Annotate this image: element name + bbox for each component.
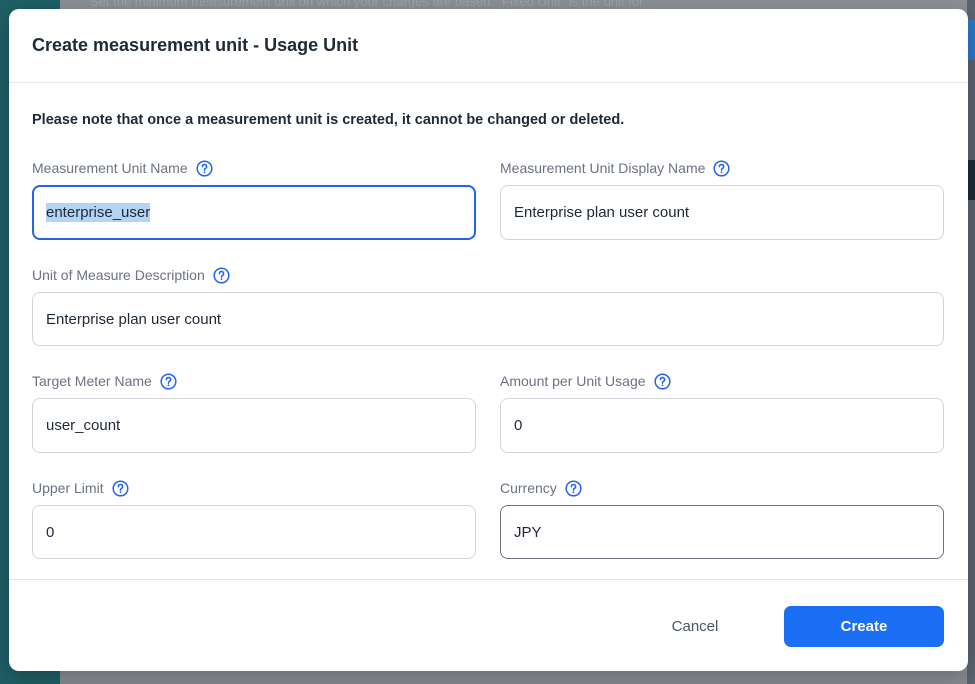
field-upper-limit: Upper Limit 0: [32, 478, 476, 559]
question-circle-icon[interactable]: [196, 159, 213, 177]
amount-per-unit-value: 0: [514, 417, 523, 434]
field-currency: Currency JPY: [500, 478, 944, 559]
description-label: Unit of Measure Description: [32, 267, 205, 283]
backdrop-right-button: [967, 20, 975, 60]
modal-title: Create measurement unit - Usage Unit: [32, 35, 359, 55]
unit-name-value: enterprise_user: [46, 203, 151, 222]
question-circle-icon[interactable]: [213, 266, 230, 284]
backdrop-right-edge: [967, 0, 975, 684]
create-button[interactable]: Create: [784, 606, 944, 647]
warning-note: Please note that once a measurement unit…: [32, 112, 625, 128]
modal-header: Create measurement unit - Usage Unit: [9, 9, 968, 83]
display-name-value: Enterprise plan user count: [514, 204, 690, 221]
meter-name-label: Target Meter Name: [32, 373, 152, 389]
backdrop-table-row: [60, 672, 967, 684]
question-circle-icon[interactable]: [565, 479, 582, 497]
upper-limit-input[interactable]: 0: [32, 505, 476, 559]
modal-body: Please note that once a measurement unit…: [9, 83, 968, 580]
upper-limit-value: 0: [46, 523, 55, 541]
question-circle-icon[interactable]: [653, 372, 671, 390]
display-name-label: Measurement Unit Display Name: [500, 160, 706, 176]
display-name-input[interactable]: Enterprise plan user count: [500, 185, 944, 240]
currency-label: Currency: [500, 480, 557, 496]
field-unit-name: Measurement Unit Name enterprise_user: [32, 158, 476, 240]
cancel-button[interactable]: Cancel: [645, 606, 745, 646]
backdrop-right-block: [967, 160, 975, 200]
modal-footer: Cancel Create: [9, 579, 968, 671]
field-description: Unit of Measure Description Enterprise p…: [32, 265, 944, 346]
currency-value: JPY: [514, 523, 542, 541]
field-display-name: Measurement Unit Display Name Enterprise…: [500, 158, 944, 240]
backdrop-description-text: Set the minimum measurement unit on whic…: [90, 0, 644, 9]
unit-name-label: Measurement Unit Name: [32, 160, 188, 176]
question-circle-icon[interactable]: [112, 479, 129, 497]
field-meter-name: Target Meter Name user_count: [32, 371, 476, 453]
description-value: Enterprise plan user count: [46, 310, 222, 328]
amount-per-unit-input[interactable]: 0: [500, 398, 944, 453]
field-amount-per-unit: Amount per Unit Usage 0: [500, 371, 944, 453]
meter-name-value: user_count: [46, 417, 121, 434]
upper-limit-label: Upper Limit: [32, 480, 104, 496]
question-circle-icon[interactable]: [160, 372, 177, 390]
currency-select[interactable]: JPY: [500, 505, 944, 559]
meter-name-input[interactable]: user_count: [32, 398, 476, 453]
unit-name-input[interactable]: enterprise_user: [32, 185, 476, 240]
create-unit-modal: Create measurement unit - Usage Unit Ple…: [9, 9, 968, 671]
description-input[interactable]: Enterprise plan user count: [32, 292, 944, 346]
question-circle-icon[interactable]: [713, 159, 730, 177]
amount-per-unit-label: Amount per Unit Usage: [500, 373, 646, 389]
